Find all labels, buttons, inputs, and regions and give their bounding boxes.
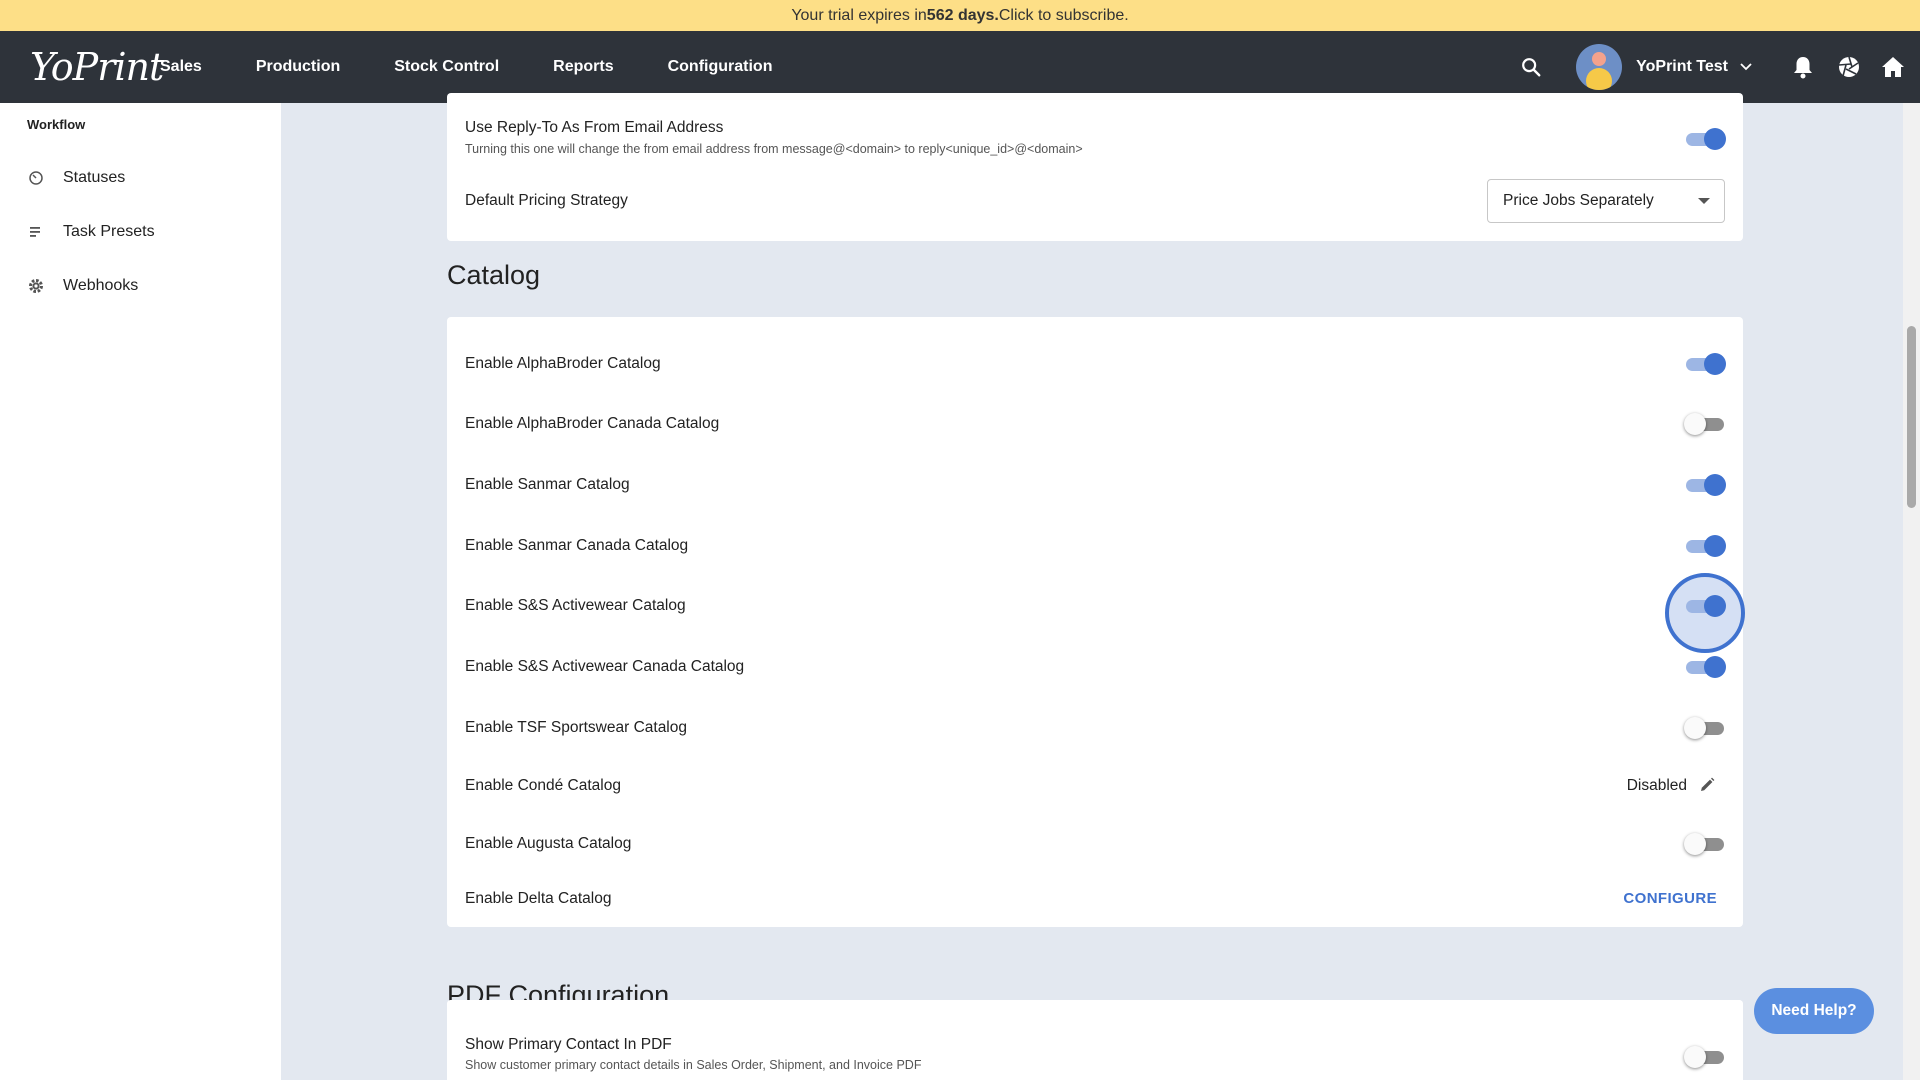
nav-item-sales[interactable]: Sales — [160, 58, 202, 76]
reply-to-toggle[interactable] — [1684, 126, 1726, 152]
catalog-row-label: Enable AlphaBroder Canada Catalog — [465, 415, 720, 432]
catalog-row-label: Enable S&S Activewear Canada Catalog — [465, 658, 745, 675]
gear-icon — [27, 277, 45, 295]
catalog-row-label: Enable Condé Catalog — [465, 777, 621, 794]
chevron-down-icon — [1740, 58, 1752, 76]
sidebar-item-label: Webhooks — [63, 277, 139, 294]
primary-contact-description: Show customer primary contact details in… — [465, 1058, 922, 1072]
caret-down-icon — [1698, 198, 1710, 204]
nav-item-stock-control[interactable]: Stock Control — [394, 58, 499, 76]
nav-item-reports[interactable]: Reports — [553, 58, 613, 76]
sanmar-canada-toggle[interactable] — [1684, 533, 1726, 559]
need-help-button[interactable]: Need Help? — [1754, 988, 1874, 1034]
list-icon — [27, 223, 45, 241]
ss-activewear-toggle[interactable] — [1684, 593, 1726, 619]
nav-item-configuration[interactable]: Configuration — [668, 58, 773, 76]
catalog-row-label: Enable Sanmar Catalog — [465, 476, 630, 493]
trial-banner[interactable]: Your trial expires in 562 days. Click to… — [0, 0, 1920, 31]
pricing-strategy-select[interactable]: Price Jobs Separately — [1487, 179, 1725, 223]
reply-to-description: Turning this one will change the from em… — [465, 142, 1083, 156]
email-settings-card: Use Reply-To As From Email Address Turni… — [447, 93, 1743, 241]
aperture-icon[interactable] — [1834, 52, 1864, 82]
catalog-row-label: Enable Sanmar Canada Catalog — [465, 537, 689, 554]
catalog-row-label: Enable S&S Activewear Catalog — [465, 597, 686, 614]
sidebar-item-label: Statuses — [63, 169, 126, 186]
scrollbar[interactable] — [1903, 103, 1920, 1080]
sanmar-toggle[interactable] — [1684, 472, 1726, 498]
trial-banner-suffix: Click to subscribe. — [998, 6, 1129, 24]
sidebar-heading: Workflow — [27, 117, 86, 132]
sidebar-item-webhooks[interactable]: Webhooks — [0, 266, 281, 306]
trial-banner-days: 562 days. — [926, 6, 999, 24]
catalog-section-title: Catalog — [447, 260, 541, 290]
home-icon[interactable] — [1878, 52, 1908, 82]
catalog-row-label: Enable TSF Sportswear Catalog — [465, 719, 687, 736]
delta-configure-button[interactable]: CONFIGURE — [1623, 890, 1717, 907]
nav-item-production[interactable]: Production — [256, 58, 340, 76]
pricing-strategy-label: Default Pricing Strategy — [465, 192, 628, 209]
conde-status: Disabled — [1626, 777, 1687, 794]
pencil-icon[interactable] — [1699, 777, 1715, 793]
alphabroder-toggle[interactable] — [1684, 351, 1726, 377]
catalog-card: Enable AlphaBroder Catalog Enable AlphaB… — [447, 317, 1745, 927]
search-icon[interactable] — [1516, 52, 1546, 82]
catalog-row-label: Enable Augusta Catalog — [465, 835, 632, 852]
catalog-row-label: Enable AlphaBroder Catalog — [465, 355, 661, 372]
pdf-card-content: Show Primary Contact In PDF Show custome… — [447, 1000, 1743, 1080]
primary-contact-toggle[interactable] — [1684, 1044, 1726, 1070]
pricing-strategy-value: Price Jobs Separately — [1503, 192, 1654, 209]
user-name: YoPrint Test — [1636, 58, 1728, 75]
ss-activewear-canada-toggle[interactable] — [1684, 654, 1726, 680]
tsf-sportswear-toggle[interactable] — [1684, 715, 1726, 741]
sidebar-item-statuses[interactable]: Statuses — [0, 158, 281, 198]
main-content: Use Reply-To As From Email Address Turni… — [281, 93, 1903, 1080]
scrollbar-thumb[interactable] — [1907, 326, 1916, 508]
sidebar-item-label: Task Presets — [63, 223, 155, 240]
reply-to-label: Use Reply-To As From Email Address — [465, 119, 724, 136]
primary-contact-label: Show Primary Contact In PDF — [465, 1036, 672, 1053]
user-menu[interactable]: YoPrint Test — [1576, 44, 1752, 90]
augusta-toggle[interactable] — [1684, 831, 1726, 857]
sidebar-item-task-presets[interactable]: Task Presets — [0, 212, 281, 252]
timer-icon — [27, 169, 45, 187]
trial-banner-prefix: Your trial expires in — [791, 6, 927, 24]
alphabroder-canada-toggle[interactable] — [1684, 411, 1726, 437]
catalog-row-label: Enable Delta Catalog — [465, 890, 612, 907]
sidebar: Workflow Statuses Task Presets Webhooks — [0, 103, 281, 1080]
avatar — [1576, 44, 1623, 90]
logo[interactable]: YoPrint — [30, 45, 164, 89]
bell-icon[interactable] — [1788, 52, 1818, 82]
